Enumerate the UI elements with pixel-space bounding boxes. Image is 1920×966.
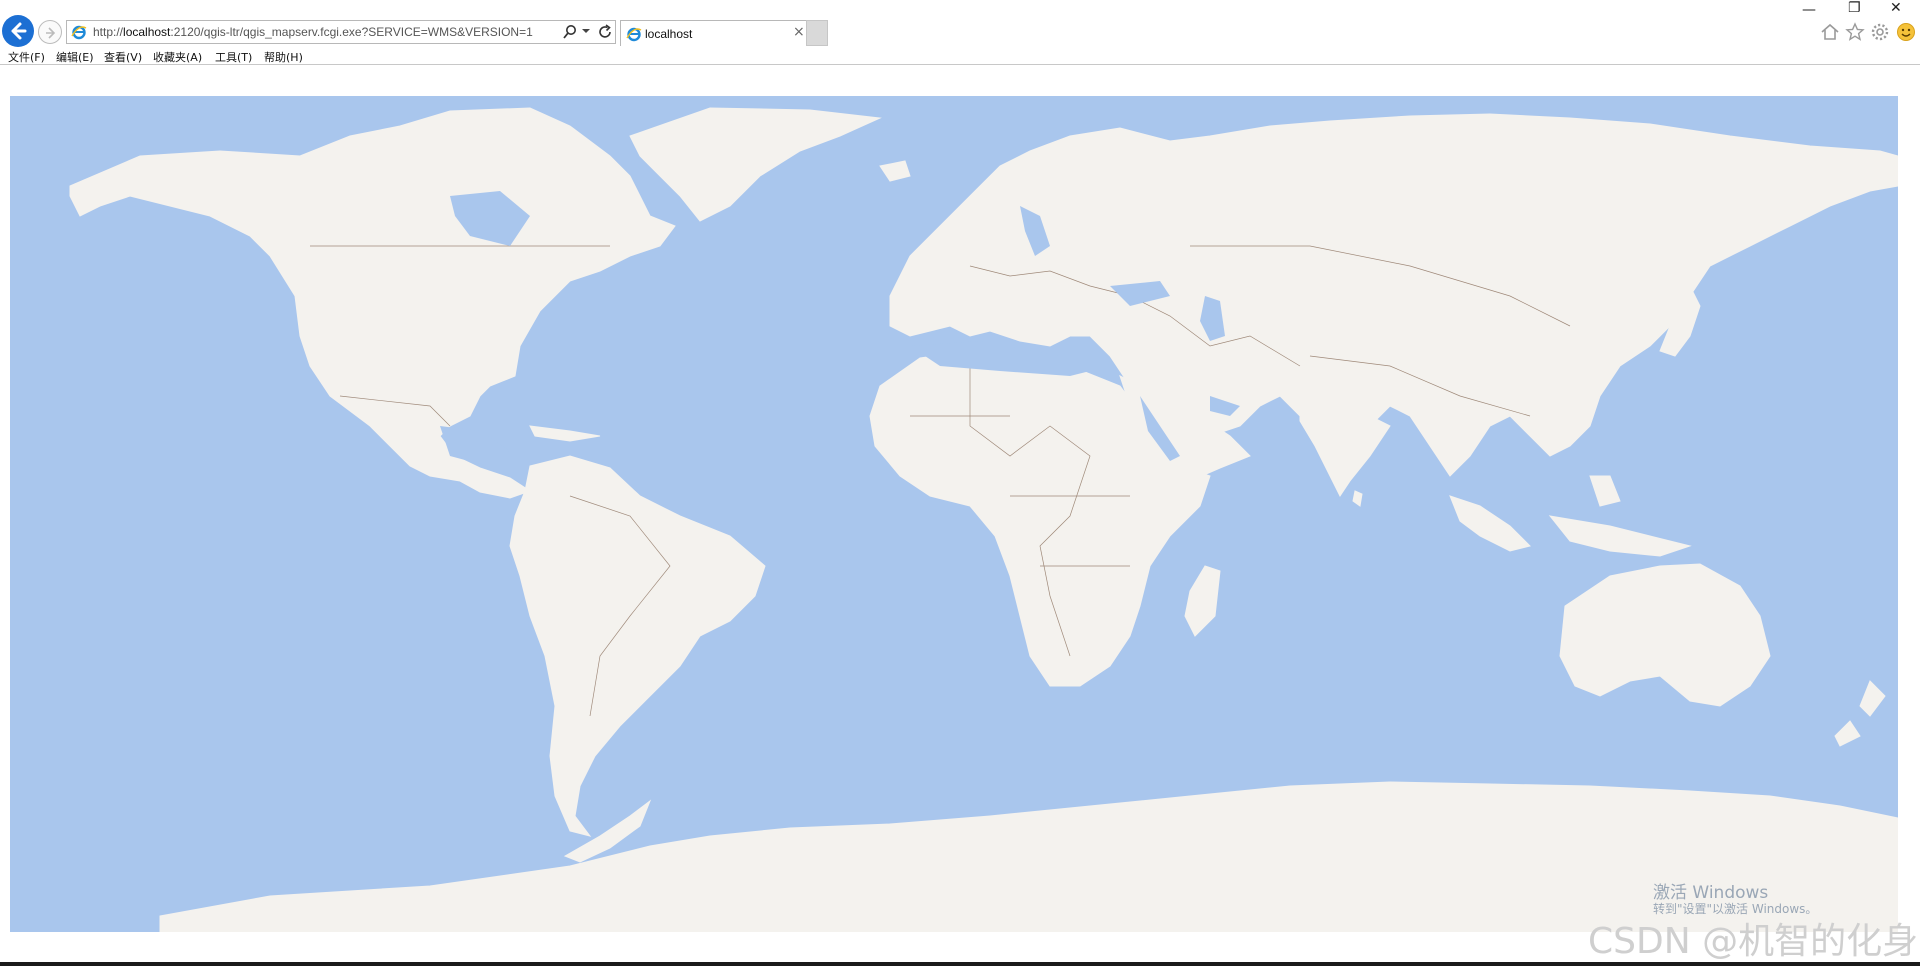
land-sri-lanka [1352,490,1363,507]
refresh-icon[interactable] [597,24,613,40]
tab-localhost[interactable]: localhost × [620,20,808,46]
csdn-watermark: CSDN @机智的化身 [1588,921,1919,962]
land-new-zealand [1834,680,1886,747]
forward-arrow-icon [46,27,56,39]
land-indonesia [1449,475,1692,557]
tab-close-icon[interactable]: × [793,24,805,40]
wms-map-image[interactable] [10,96,1898,932]
tab-label: localhost [645,27,693,41]
menu-favorites[interactable]: 收藏夹(A) [153,49,202,65]
url-prefix: http:// [93,25,124,39]
gear-icon[interactable] [1870,22,1890,42]
url-host: localhost [123,25,171,39]
ie-icon [71,25,87,40]
minimize-icon[interactable]: — [1802,2,1816,18]
dropdown-icon[interactable] [581,26,591,36]
land-antarctica [159,781,1898,932]
menu-help[interactable]: 帮助(H) [264,49,303,65]
close-icon[interactable]: ✕ [1890,0,1902,16]
ie-icon [626,27,642,42]
address-url[interactable]: http://localhost:2120/qgis-ltr/qgis_maps… [93,25,533,39]
world-map [69,107,1898,932]
land-iceland [879,160,911,182]
star-icon[interactable] [1845,22,1865,42]
url-rest: :2120/qgis-ltr/qgis_mapserv.fcgi.exe?SER… [170,25,533,39]
land-australia [1559,563,1771,707]
land-cuba [529,425,601,442]
land-south-america [509,455,766,837]
back-button[interactable] [2,15,34,47]
restore-icon[interactable]: ❐ [1848,0,1861,16]
menu-view[interactable]: 查看(V) [104,49,142,65]
back-arrow-icon [11,22,27,40]
menu-file[interactable]: 文件(F) [8,49,45,65]
search-icon[interactable] [563,24,577,40]
land-north-america [69,107,676,499]
browser-toolbar: http://localhost:2120/qgis-ltr/qgis_maps… [0,0,1920,48]
address-bar[interactable]: http://localhost:2120/qgis-ltr/qgis_maps… [66,20,616,44]
home-icon[interactable] [1820,22,1840,42]
menu-tools[interactable]: 工具(T) [215,49,252,65]
menu-edit[interactable]: 编辑(E) [56,49,94,65]
forward-button[interactable] [38,20,62,44]
bottom-border [0,962,1920,966]
smiley-icon[interactable] [1896,22,1916,42]
menu-bar: 文件(F) 编辑(E) 查看(V) 收藏夹(A) 工具(T) 帮助(H) [0,48,1920,65]
land-madagascar [1184,565,1221,637]
new-tab-button[interactable] [806,20,828,46]
land-greenland [629,107,882,222]
